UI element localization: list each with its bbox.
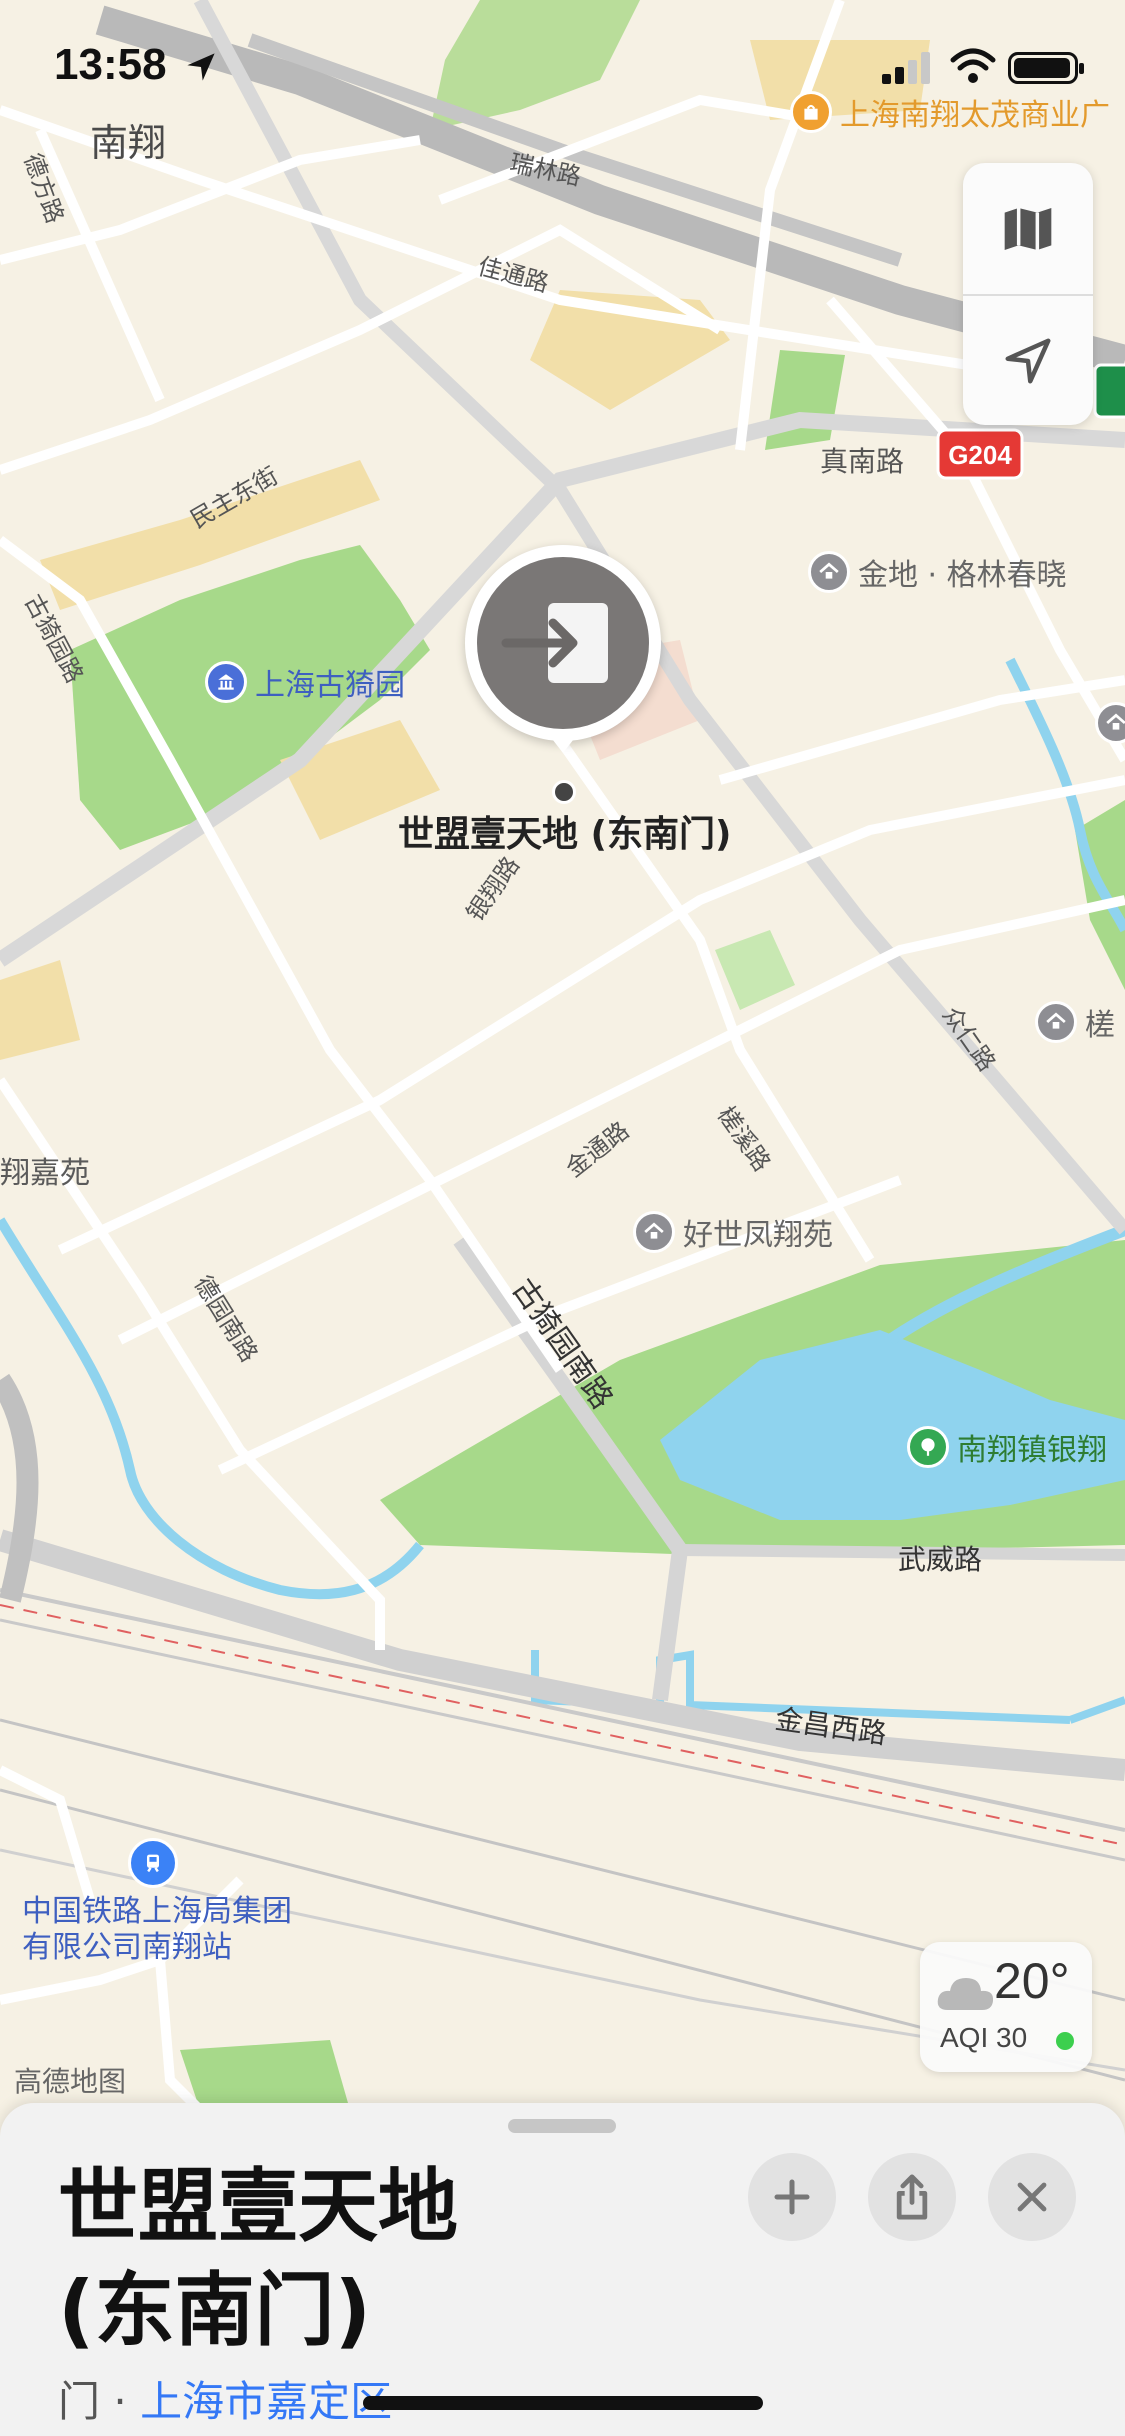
- selected-place-pin[interactable]: [465, 545, 665, 753]
- map-controls: [963, 163, 1093, 425]
- area-label-xiangjiayuan: 翔嘉苑: [0, 1156, 90, 1191]
- share-button[interactable]: [868, 2153, 956, 2241]
- poi-label: 金地 · 格林春晓: [858, 558, 1067, 593]
- poi-label: 槎: [1085, 1008, 1115, 1043]
- poi-residential-edge[interactable]: [1095, 702, 1125, 744]
- add-button[interactable]: [748, 2153, 836, 2241]
- current-location-button[interactable]: [963, 296, 1093, 425]
- place-category: 门: [58, 2377, 101, 2426]
- poi-label: 上海古猗园: [255, 668, 405, 703]
- wifi-icon: [950, 48, 996, 83]
- poi-haoshi[interactable]: 好世凤翔苑: [633, 1210, 833, 1254]
- location-services-icon: [187, 53, 215, 81]
- poi-label: 好世凤翔苑: [683, 1218, 833, 1253]
- residential-icon: [1095, 702, 1125, 744]
- place-card-sheet[interactable]: 世盟壹天地 (东南门) 门 · 上海市嘉定区: [0, 2103, 1125, 2436]
- plus-icon: [774, 2179, 810, 2215]
- close-button[interactable]: [988, 2153, 1076, 2241]
- place-location-link[interactable]: 上海市嘉定区: [140, 2377, 392, 2426]
- road-label-zhennan: 真南路: [820, 445, 905, 478]
- subtitle-separator: ·: [100, 2377, 141, 2426]
- map-icon: [1004, 207, 1052, 250]
- train-icon: [128, 1838, 178, 1888]
- expressway-sign: [1093, 363, 1125, 419]
- highway-badge-text: G204: [948, 440, 1012, 470]
- map-mode-button[interactable]: [963, 163, 1093, 294]
- weather-widget[interactable]: 20° AQI 30: [920, 1942, 1092, 2072]
- aqi-label: AQI 30: [940, 2022, 1028, 2053]
- map-attribution: 高德地图: [14, 2065, 127, 2098]
- selected-place-label: 世盟壹天地 (东南门): [398, 814, 732, 855]
- poi-label: 南翔镇银翔: [957, 1433, 1107, 1468]
- place-title-text: 世盟壹天地 (东南门): [58, 2160, 458, 2357]
- close-icon: [1017, 2182, 1047, 2212]
- place-subtitle: 门 · 上海市嘉定区: [58, 2368, 392, 2429]
- status-time: 13:58: [54, 40, 167, 89]
- pin-dot: [552, 780, 576, 804]
- cellular-signal-icon: [882, 52, 930, 84]
- status-bar: 13:58: [0, 0, 1125, 130]
- entrance-icon: [501, 603, 608, 683]
- poi-right-edge[interactable]: 槎: [1035, 1000, 1115, 1044]
- home-indicator[interactable]: [363, 2396, 763, 2410]
- sheet-grabber[interactable]: [508, 2119, 616, 2133]
- landmark-icon: [205, 661, 247, 703]
- location-arrow-icon: [1005, 338, 1051, 383]
- residential-icon: [633, 1211, 675, 1253]
- residential-icon: [1035, 1001, 1077, 1043]
- poi-jindi[interactable]: 金地 · 格林春晓: [808, 550, 1067, 594]
- park-area: [180, 2040, 350, 2110]
- poi-yinxiang-park[interactable]: 南翔镇银翔: [907, 1425, 1107, 1469]
- cloud-icon: [937, 1978, 994, 2010]
- road-label-wuwei: 武威路: [898, 1543, 983, 1576]
- aqi-status-dot: [1056, 2032, 1074, 2050]
- battery-icon: [1008, 52, 1084, 84]
- poi-label: 中国铁路上海局集团有限公司南翔站: [22, 1894, 292, 1965]
- weather-temperature: 20°: [994, 1953, 1070, 2009]
- park-tree-icon: [907, 1426, 949, 1468]
- residential-icon: [808, 551, 850, 593]
- share-icon: [896, 2174, 928, 2220]
- poi-guyiyuan-park[interactable]: 上海古猗园: [205, 660, 405, 704]
- place-title: 世盟壹天地 (东南门): [58, 2155, 478, 2363]
